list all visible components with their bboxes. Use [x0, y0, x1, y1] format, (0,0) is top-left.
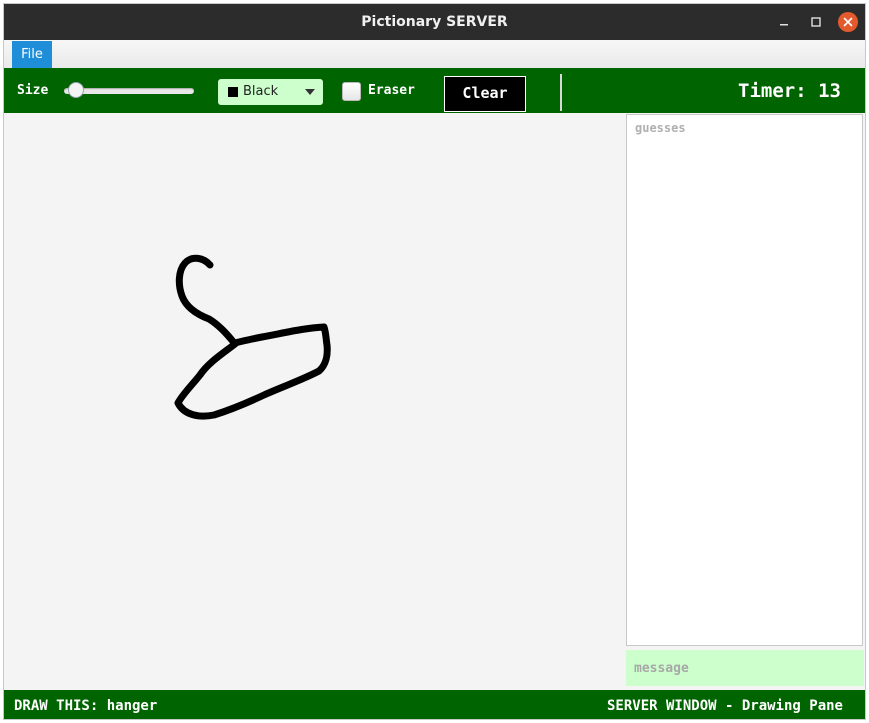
title-bar[interactable]: Pictionary SERVER	[4, 4, 865, 40]
eraser-checkbox[interactable]	[342, 82, 361, 101]
app-window: Pictionary SERVER File Size Black Eraser…	[4, 4, 865, 719]
close-icon	[843, 17, 853, 27]
clear-button[interactable]: Clear	[444, 76, 526, 112]
menu-bar: File	[4, 40, 865, 69]
maximize-button[interactable]	[806, 12, 826, 32]
window-mode-label: SERVER WINDOW - Drawing Pane	[606, 698, 843, 714]
status-bar: DRAW THIS: hanger SERVER WINDOW - Drawin…	[4, 690, 865, 719]
timer-display: Timer: 13	[738, 80, 841, 102]
color-swatch	[228, 87, 238, 97]
menu-file[interactable]: File	[12, 41, 52, 68]
size-slider-thumb[interactable]	[68, 82, 85, 98]
color-picker-value: Black	[243, 84, 279, 99]
tool-bar: Size Black Eraser Clear Timer: 13	[4, 68, 865, 113]
message-input[interactable]	[626, 650, 864, 686]
maximize-icon	[811, 17, 821, 27]
hanger-drawing	[174, 254, 331, 420]
size-label: Size	[17, 83, 49, 98]
toolbar-separator	[560, 74, 562, 111]
minimize-button[interactable]	[774, 12, 794, 32]
guesses-area[interactable]: guesses	[626, 114, 863, 646]
close-button[interactable]	[838, 12, 858, 32]
dropdown-arrow-icon	[305, 89, 315, 95]
minimize-icon	[780, 24, 788, 26]
window-title: Pictionary SERVER	[361, 14, 508, 30]
eraser-label: Eraser	[368, 83, 415, 98]
drawing-canvas[interactable]	[4, 113, 625, 690]
color-picker[interactable]: Black	[218, 79, 323, 105]
draw-prompt: DRAW THIS: hanger	[14, 698, 158, 714]
